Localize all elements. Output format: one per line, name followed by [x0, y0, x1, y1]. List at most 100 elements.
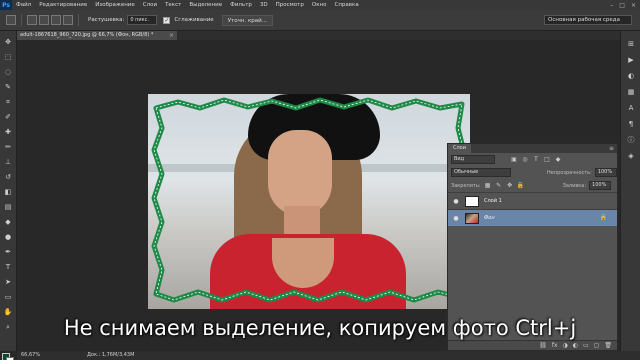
type-tool-icon[interactable]: T	[3, 262, 13, 272]
antialias-label: Сглаживание	[174, 17, 214, 23]
divider	[78, 14, 79, 26]
layer-thumbnail	[465, 195, 479, 207]
subtract-selection-icon[interactable]	[51, 15, 61, 25]
panel-menu-icon[interactable]: ≡	[609, 144, 614, 153]
character-panel-icon[interactable]: A	[626, 103, 636, 113]
intersect-selection-icon[interactable]	[63, 15, 73, 25]
antialias-checkbox[interactable]: ✓	[163, 16, 171, 24]
document-size: Док.: 1,76M/3,43M	[87, 352, 135, 358]
layer-thumbnail	[465, 212, 479, 224]
maximize-button[interactable]: □	[619, 2, 625, 9]
refine-edge-button[interactable]: Уточн. край...	[221, 14, 273, 26]
options-bar: Растушевка: 0 пикс. ✓ Сглаживание Уточн.…	[0, 10, 640, 31]
feather-input[interactable]: 0 пикс.	[127, 15, 158, 25]
path-select-tool-icon[interactable]: ➤	[3, 277, 13, 287]
menu-item[interactable]: Просмотр	[272, 2, 308, 8]
eyedropper-tool-icon[interactable]: ✐	[3, 112, 13, 122]
pen-tool-icon[interactable]: ✒	[3, 247, 13, 257]
layers-panel-tabbar: Слои ≡	[448, 144, 617, 153]
filter-kind-select[interactable]: Вид	[451, 155, 495, 164]
lasso-tool-icon[interactable]: ◌	[3, 67, 13, 77]
filter-icon[interactable]: □	[543, 156, 551, 164]
adjustments-panel-icon[interactable]: ◐	[626, 71, 636, 81]
canvas-image[interactable]	[148, 94, 470, 309]
tools-panel: ✥ ⬚ ◌ ✎ ⌗ ✐ ✚ ✏ ⊥ ↺ ◧ ▤ ◆ ● ✒ T ➤ ▭ ✋ ⌕	[0, 31, 17, 360]
layer-row-background[interactable]: ● Фон 🔒	[448, 209, 617, 226]
lock-icons: ▦ ✎ ✥ 🔒	[481, 182, 525, 190]
layers-footer-icon[interactable]: ▢	[594, 342, 600, 349]
close-document-icon[interactable]: ×	[169, 31, 174, 40]
filter-icon[interactable]: ▣	[510, 156, 518, 164]
menu-item[interactable]: Слои	[139, 2, 161, 8]
divider	[21, 14, 22, 26]
visibility-eye-icon[interactable]: ●	[451, 198, 461, 205]
healing-brush-tool-icon[interactable]: ✚	[3, 127, 13, 137]
zoom-level[interactable]: 66,67%	[21, 351, 40, 360]
filter-icon[interactable]: T	[532, 156, 540, 164]
layers-footer-icon[interactable]: fx	[552, 342, 558, 349]
clone-stamp-tool-icon[interactable]: ⊥	[3, 157, 13, 167]
minimize-button[interactable]: –	[610, 2, 613, 9]
layers-panel-icon[interactable]: ◈	[626, 151, 636, 161]
menu-item[interactable]: Выделение	[185, 2, 226, 8]
feather-label: Растушевка:	[88, 17, 125, 23]
dodge-tool-icon[interactable]: ●	[3, 232, 13, 242]
quick-select-tool-icon[interactable]: ✎	[3, 82, 13, 92]
move-tool-icon[interactable]: ✥	[3, 37, 13, 47]
layer-row-layer1[interactable]: ● Слой 1	[448, 192, 617, 209]
menu-bar: Ps Файл Редактирование Изображение Слои Текс…	[0, 0, 640, 10]
blend-row: Обычные Непрозрачность: 100%	[448, 166, 617, 179]
layers-footer-icon[interactable]: ▭	[583, 342, 589, 349]
blur-tool-icon[interactable]: ◆	[3, 217, 13, 227]
menu-item[interactable]: Фильтр	[226, 2, 256, 8]
close-button[interactable]: ×	[631, 2, 636, 9]
document-tab[interactable]: adult-1867618_960_720.jpg @ 66,7% (Фон, …	[17, 31, 177, 40]
gradient-tool-icon[interactable]: ▤	[3, 202, 13, 212]
info-panel-icon[interactable]: ⓘ	[626, 135, 636, 145]
layers-footer-icon[interactable]: ◐	[573, 342, 578, 349]
lock-option-icon[interactable]: ▦	[484, 182, 492, 190]
menu-items: Файл Редактирование Изображение Слои Текст Вы…	[12, 2, 363, 8]
swatches-panel-icon[interactable]: ▦	[626, 87, 636, 97]
photoshop-logo: Ps	[0, 0, 12, 10]
layers-footer-icon[interactable]: ⛓	[539, 342, 547, 349]
fill-input[interactable]: 100%	[589, 181, 612, 190]
lock-option-icon[interactable]: 🔒	[517, 182, 525, 190]
brush-tool-icon[interactable]: ✏	[3, 142, 13, 152]
layers-footer-icon[interactable]: ◑	[563, 342, 568, 349]
add-selection-icon[interactable]	[39, 15, 49, 25]
fill-label: Заливка:	[562, 182, 587, 189]
actions-panel-icon[interactable]: ▶	[626, 55, 636, 65]
tab-layers[interactable]: Слои	[448, 144, 471, 153]
opacity-input[interactable]: 100%	[594, 168, 617, 177]
new-selection-icon[interactable]	[27, 15, 37, 25]
document-tab-title: adult-1867618_960_720.jpg @ 66,7% (Фон, …	[20, 32, 154, 38]
menu-item[interactable]: Справка	[330, 2, 362, 8]
menu-item[interactable]: Изображение	[91, 2, 139, 8]
paragraph-panel-icon[interactable]: ¶	[626, 119, 636, 129]
workspace-select[interactable]: Основная рабочая среда	[544, 15, 632, 25]
shape-tool-icon[interactable]: ▭	[3, 292, 13, 302]
menu-item[interactable]: Редактирование	[35, 2, 91, 8]
history-brush-tool-icon[interactable]: ↺	[3, 172, 13, 182]
layers-footer-icon[interactable]: 🗑	[604, 342, 612, 349]
marquee-preset-icon[interactable]	[6, 15, 16, 25]
filter-icon[interactable]: ◎	[521, 156, 529, 164]
filter-icons: ▣ ◎ T □ ◆	[507, 156, 562, 164]
lock-option-icon[interactable]: ✎	[495, 182, 503, 190]
marquee-tool-icon[interactable]: ⬚	[3, 52, 13, 62]
visibility-eye-icon[interactable]: ●	[451, 215, 461, 222]
layers-panel-footer: ⛓ fx ◑ ◐ ▭ ▢ 🗑	[448, 340, 617, 350]
menu-item[interactable]: 3D	[256, 2, 272, 8]
video-subtitle: Не снимаем выделение, копируем фото Ctrl…	[63, 316, 577, 340]
history-panel-icon[interactable]: ⊞	[626, 39, 636, 49]
lock-option-icon[interactable]: ✥	[506, 182, 514, 190]
filter-icon[interactable]: ◆	[554, 156, 562, 164]
crop-tool-icon[interactable]: ⌗	[3, 97, 13, 107]
layer-name: Фон	[484, 215, 495, 221]
eraser-tool-icon[interactable]: ◧	[3, 187, 13, 197]
blend-mode-select[interactable]: Обычные	[451, 168, 511, 177]
menu-item[interactable]: Файл	[12, 2, 35, 8]
menu-item[interactable]: Текст	[161, 2, 185, 8]
menu-item[interactable]: Окно	[308, 2, 331, 8]
